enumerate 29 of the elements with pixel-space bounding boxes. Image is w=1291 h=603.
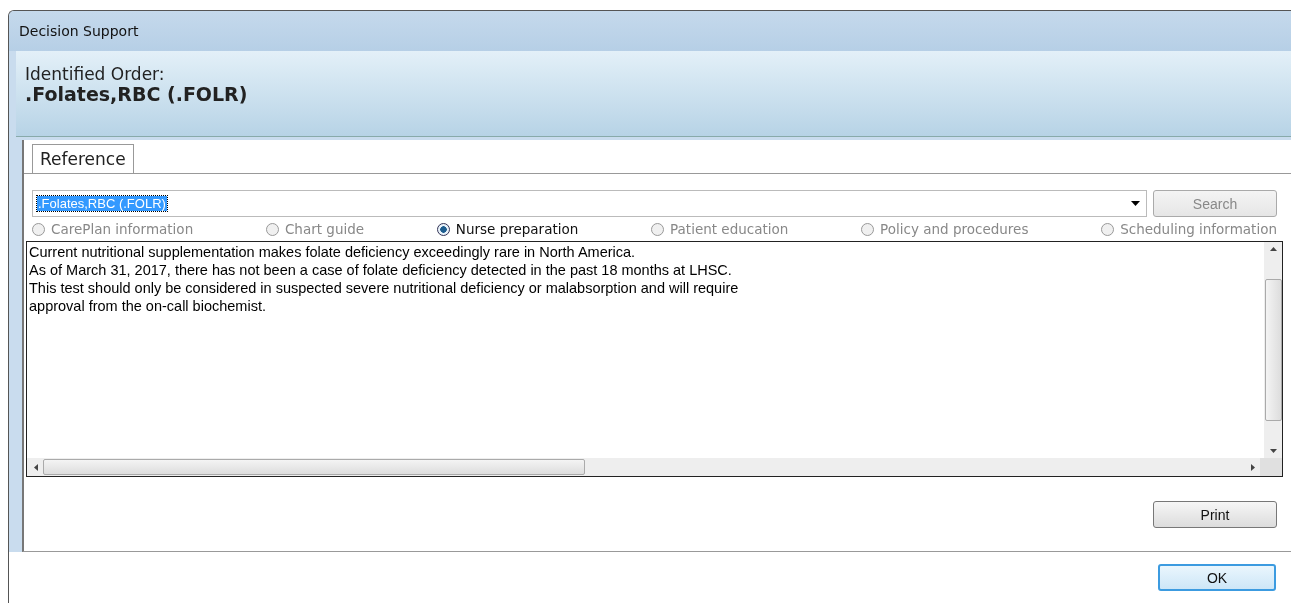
radio-label: Policy and procedures — [880, 221, 1029, 237]
scroll-left-icon[interactable] — [33, 462, 39, 472]
text-line: Current nutritional supplementation makes folate deficiency exceedingly rare in North America. — [29, 243, 637, 261]
order-name: .Folates,RBC (.FOLR) — [25, 83, 249, 105]
text-line: This test should only be considered in suspected severe nutritional deficiency or malabsorption and will require — [29, 279, 740, 297]
radio-button[interactable] — [436, 222, 450, 236]
scroll-down-icon[interactable] — [1268, 448, 1278, 454]
radio-label: Chart guide — [284, 221, 365, 237]
horizontal-scrollbar[interactable] — [27, 458, 1282, 476]
scroll-right-icon[interactable] — [1250, 462, 1256, 472]
tab[interactable]: Reference — [32, 144, 134, 173]
combo-value: .Folates,RBC (.FOLR) — [37, 196, 167, 211]
order-label: Identified Order: — [25, 65, 166, 83]
print-button[interactable]: Print — [1153, 501, 1277, 528]
dropdown-arrow-icon[interactable] — [1131, 201, 1140, 206]
scroll-up-icon[interactable] — [1268, 246, 1278, 252]
scroll-thumb[interactable] — [43, 459, 585, 475]
radio-label: CarePlan information — [51, 221, 194, 237]
radio-label: Scheduling information — [1120, 221, 1277, 237]
radio-label: Patient education — [670, 221, 789, 237]
scrollbar-corner — [1260, 458, 1282, 476]
ok-button[interactable]: OK — [1158, 564, 1276, 591]
window-title: Decision Support — [19, 23, 139, 39]
vertical-scrollbar[interactable] — [1264, 242, 1282, 458]
radio-label: Nurse preparation — [455, 221, 579, 237]
text-line: approval from the on-call biochemist. — [29, 297, 267, 315]
scroll-thumb[interactable] — [1264, 279, 1282, 421]
text-area[interactable] — [26, 241, 1283, 477]
text-line: As of March 31, 2017, there has not been a case of folate deficiency detected in the past 18 months at LHSC. — [29, 261, 733, 279]
